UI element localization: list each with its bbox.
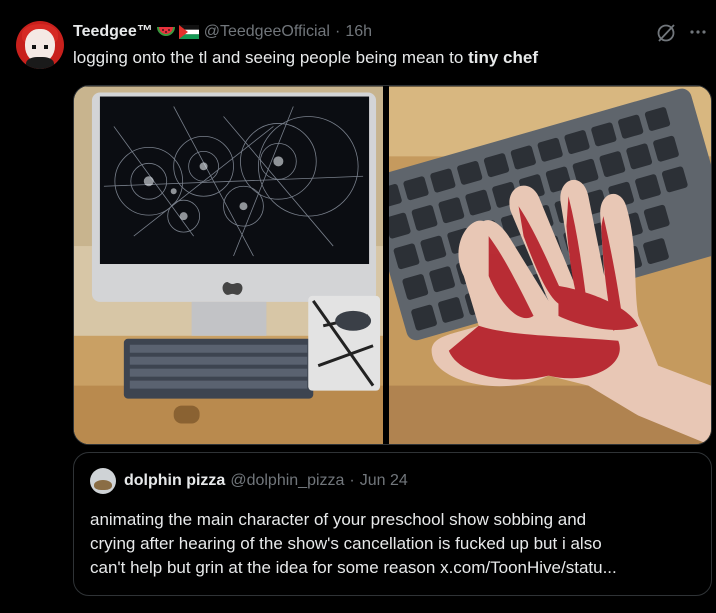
watermelon-emoji-icon [156,25,175,39]
meta-separator: · [334,23,341,40]
quote-text-line: crying after hearing of the show's cance… [90,534,602,553]
avatar-body [26,57,54,69]
quote-author-name[interactable]: dolphin pizza [124,472,225,490]
avatar-eyes [32,45,48,49]
media-image-bloody-hand[interactable] [389,86,711,445]
quote-text: animating the main character of your pre… [90,508,690,580]
media-image-shattered-monitor[interactable] [74,86,384,445]
grok-icon[interactable] [655,22,677,44]
quote-meta-separator: · [349,472,355,489]
tweet-text: logging onto the tl and seeing people be… [73,46,538,70]
author-handle[interactable]: @TeedgeeOfficial [204,23,330,41]
author-name[interactable]: Teedgee™ [73,23,153,41]
author-avatar[interactable] [16,21,64,69]
tweet-text-bold: tiny chef [468,48,538,67]
quote-text-line: animating the main character of your pre… [90,510,587,529]
tweet-text-plain: logging onto the tl and seeing people be… [73,48,469,67]
tweet-time[interactable]: 16h [345,23,372,41]
quote-author-avatar[interactable] [90,468,116,494]
quote-author-handle[interactable]: @dolphin_pizza [230,472,344,490]
tweet-media[interactable] [73,85,712,445]
more-options-icon[interactable] [688,26,708,38]
palestine-flag-icon [178,25,199,39]
quote-header: dolphin pizza @dolphin_pizza · Jun 24 [90,468,408,494]
tweet-header: Teedgee™ @TeedgeeOfficial · 16h [73,21,372,43]
quote-date[interactable]: Jun 24 [360,472,408,490]
quoted-tweet[interactable]: dolphin pizza @dolphin_pizza · Jun 24 an… [73,452,712,596]
quote-text-line: can't help but grin at the idea for some… [90,558,617,577]
